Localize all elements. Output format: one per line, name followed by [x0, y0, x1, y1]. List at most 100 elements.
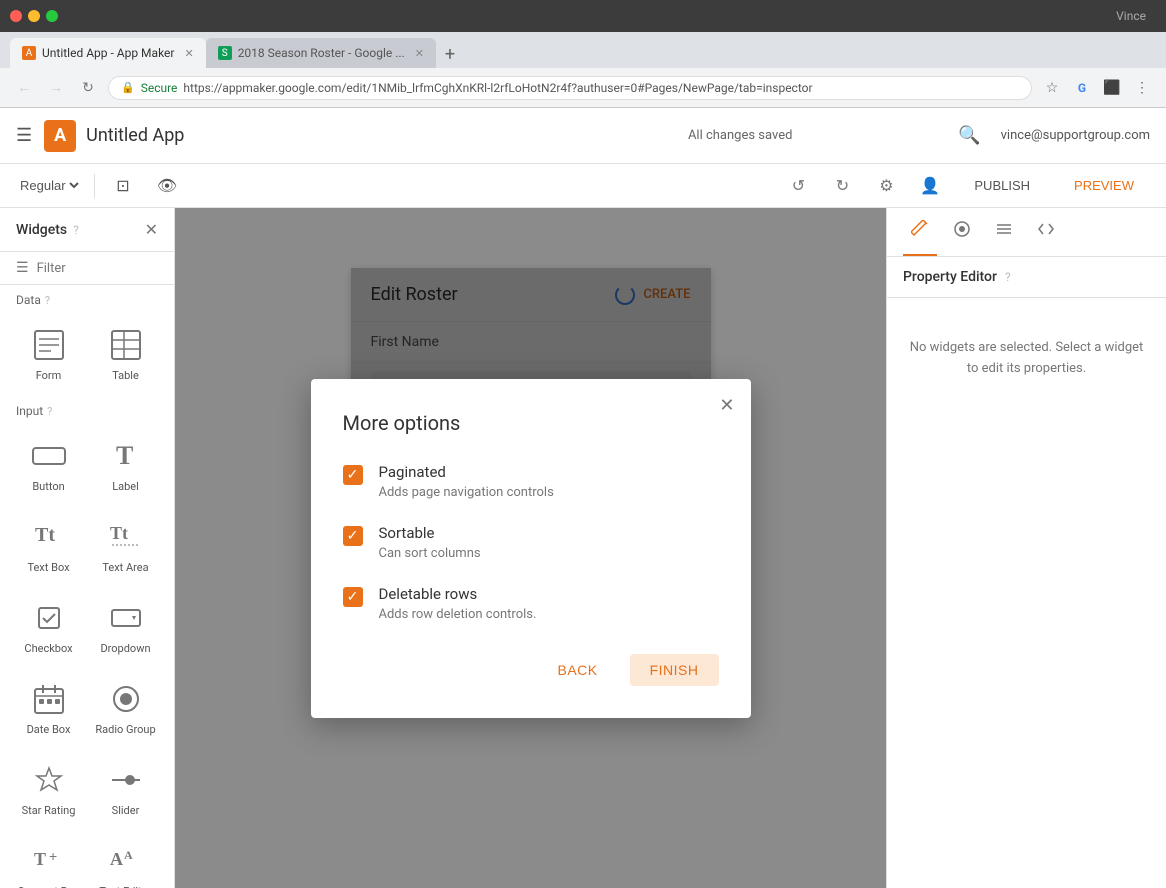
sortable-content: Sortable Can sort columns: [379, 524, 481, 561]
svg-text:Tt: Tt: [110, 523, 128, 543]
tab-data[interactable]: [945, 208, 979, 256]
textbox-icon: Tt: [29, 517, 69, 557]
input-help-icon: ?: [47, 405, 52, 418]
tab-close-app[interactable]: ✕: [184, 47, 193, 60]
app-title: Untitled App: [86, 125, 522, 146]
property-tabs: [887, 208, 1166, 257]
modal-option-deletable: ✓ Deletable rows Adds row deletion contr…: [343, 585, 719, 622]
person-icon[interactable]: 👤: [914, 170, 946, 202]
user-email: vince@supportgroup.com: [1001, 128, 1150, 143]
undo-button[interactable]: ↺: [782, 170, 814, 202]
dropdown-icon: [106, 598, 146, 638]
widget-textbox-label: Text Box: [27, 561, 69, 574]
input-widgets-grid: Button T Label Tt Text Box: [0, 422, 174, 888]
browser-address-bar: ← → ↻ 🔒 Secure https://appmaker.google.c…: [0, 68, 1166, 108]
publish-button[interactable]: PUBLISH: [958, 172, 1046, 199]
deletable-checkbox[interactable]: ✓: [343, 587, 363, 607]
close-traffic-light[interactable]: [10, 10, 22, 22]
widget-textarea-label: Text Area: [102, 561, 148, 574]
checkbox-icon: [29, 598, 69, 638]
property-editor-header: Property Editor ?: [887, 257, 1166, 298]
grid-view-icon[interactable]: ⊡: [107, 170, 139, 202]
modal-option-sortable: ✓ Sortable Can sort columns: [343, 524, 719, 561]
widget-textarea[interactable]: Tt Text Area: [89, 507, 162, 584]
widget-dropdown-label: Dropdown: [100, 642, 150, 655]
widget-slider[interactable]: Slider: [89, 750, 162, 827]
menu-dots[interactable]: ⋮: [1130, 76, 1154, 100]
tab-label-app: Untitled App - App Maker: [42, 46, 174, 60]
star-icon[interactable]: ☆: [1040, 76, 1064, 100]
widgets-panel: Widgets ? ✕ ☰ Filter Data ?: [0, 208, 175, 888]
minimize-traffic-light[interactable]: [28, 10, 40, 22]
widget-dropdown[interactable]: Dropdown: [89, 588, 162, 665]
panel-close-icon[interactable]: ✕: [145, 220, 158, 239]
settings-icon[interactable]: ⚙: [870, 170, 902, 202]
paginated-label: Paginated: [379, 463, 554, 481]
hamburger-menu[interactable]: ☰: [16, 125, 32, 146]
tab-favicon-app: A: [22, 46, 36, 60]
redo-button[interactable]: ↻: [826, 170, 858, 202]
tab-style[interactable]: [903, 208, 937, 256]
tab-code[interactable]: [1029, 208, 1063, 256]
address-input[interactable]: 🔒 Secure https://appmaker.google.com/edi…: [108, 76, 1032, 100]
extension-icon[interactable]: ⬛: [1100, 76, 1124, 100]
widget-radiogroup[interactable]: Radio Group: [89, 669, 162, 746]
hide-icon[interactable]: 👁: [151, 170, 183, 202]
more-options-modal: More options ✕ ✓ Paginated Adds page nav…: [311, 379, 751, 718]
filter-row: ☰ Filter: [0, 252, 174, 285]
modal-overlay: More options ✕ ✓ Paginated Adds page nav…: [175, 208, 886, 888]
secure-label: Secure: [141, 81, 178, 95]
widget-datebox-label: Date Box: [27, 723, 71, 736]
canvas-area: Edit Roster CREATE First Name @Position …: [175, 208, 886, 888]
widget-datebox[interactable]: Date Box: [12, 669, 85, 746]
widget-form-label: Form: [36, 369, 62, 382]
tab-layout[interactable]: [987, 208, 1021, 256]
sortable-checkbox[interactable]: ✓: [343, 526, 363, 546]
svg-text:A: A: [124, 848, 133, 862]
tab-new-button[interactable]: +: [436, 40, 464, 68]
browser-user: Vince: [1116, 9, 1156, 23]
widget-starrating[interactable]: Star Rating: [12, 750, 85, 827]
deletable-content: Deletable rows Adds row deletion control…: [379, 585, 537, 622]
refresh-button[interactable]: ↻: [76, 76, 100, 100]
paginated-desc: Adds page navigation controls: [379, 485, 554, 500]
data-widgets-grid: Form Table: [0, 311, 174, 396]
tab-untitled-app[interactable]: A Untitled App - App Maker ✕: [10, 38, 206, 68]
search-button[interactable]: 🔍: [958, 125, 980, 146]
filter-icon: ☰: [16, 260, 29, 276]
maximize-traffic-light[interactable]: [46, 10, 58, 22]
tab-roster[interactable]: S 2018 Season Roster - Google ... ✕: [206, 38, 436, 68]
tab-close-roster[interactable]: ✕: [415, 47, 424, 60]
widget-table[interactable]: Table: [89, 315, 162, 392]
widget-button[interactable]: Button: [12, 426, 85, 503]
back-button[interactable]: ←: [12, 76, 36, 100]
data-section-label: Data ?: [0, 285, 174, 311]
google-icon[interactable]: G: [1070, 76, 1094, 100]
widget-textbox[interactable]: Tt Text Box: [12, 507, 85, 584]
form-icon: [29, 325, 69, 365]
paginated-checkbox[interactable]: ✓: [343, 465, 363, 485]
modal-close-button[interactable]: ✕: [719, 395, 734, 416]
toolbar: Regular Tablet Mobile ⊡ 👁 ↺ ↻ ⚙ 👤 PUBLIS…: [0, 164, 1166, 208]
view-mode-select[interactable]: Regular Tablet Mobile: [16, 177, 82, 194]
widget-label[interactable]: T Label: [89, 426, 162, 503]
deletable-desc: Adds row deletion controls.: [379, 607, 537, 622]
back-button[interactable]: BACK: [537, 654, 617, 686]
finish-button[interactable]: FINISH: [630, 654, 719, 686]
widget-suggestbox[interactable]: T + Suggest Box: [12, 831, 85, 888]
traffic-lights: [10, 10, 58, 22]
deletable-label: Deletable rows: [379, 585, 537, 603]
label-icon: T: [106, 436, 146, 476]
widget-texteditor[interactable]: A A Text Editor: [89, 831, 162, 888]
suggestbox-icon: T +: [29, 841, 69, 881]
modal-footer: BACK FINISH: [343, 654, 719, 686]
texteditor-icon: A A: [106, 841, 146, 881]
widget-checkbox[interactable]: Checkbox: [12, 588, 85, 665]
svg-text:A: A: [110, 849, 123, 869]
preview-button[interactable]: PREVIEW: [1058, 172, 1150, 199]
datebox-icon: [29, 679, 69, 719]
forward-button[interactable]: →: [44, 76, 68, 100]
address-text: https://appmaker.google.com/edit/1NMib_l…: [183, 81, 812, 95]
widgets-title: Widgets: [16, 222, 67, 238]
widget-form[interactable]: Form: [12, 315, 85, 392]
